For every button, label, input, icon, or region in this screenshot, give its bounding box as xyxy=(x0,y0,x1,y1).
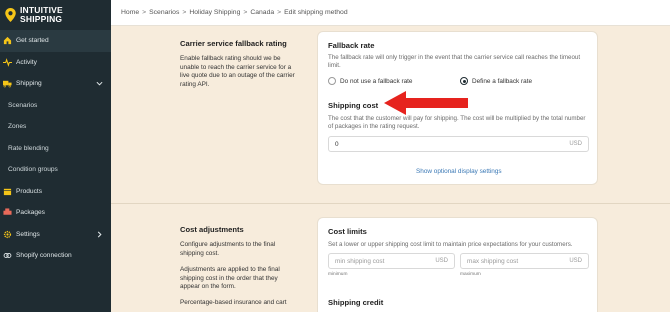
currency-unit: USD xyxy=(569,141,582,147)
chevron-right-icon xyxy=(97,231,102,237)
breadcrumb-separator: > xyxy=(182,9,187,16)
box-icon xyxy=(3,187,12,196)
show-optional-display-settings-link[interactable]: Show optional display settings xyxy=(416,168,502,175)
shipping-cost-input[interactable]: 0 USD xyxy=(328,136,589,152)
fallback-rate-text: The fallback rate will only trigger in t… xyxy=(328,54,581,70)
fallback-rate-title: Fallback rate xyxy=(328,41,375,50)
radio-no-fallback[interactable]: Do not use a fallback rate xyxy=(328,77,412,85)
sidebar-item-settings[interactable]: Settings xyxy=(0,224,111,246)
section-divider xyxy=(111,203,670,204)
breadcrumb: Home > Scenarios > Holiday Shipping > Ca… xyxy=(111,0,670,26)
sidebar-item-activity[interactable]: Activity xyxy=(0,52,111,74)
gear-icon xyxy=(3,230,12,239)
sidebar-item-scenarios[interactable]: Scenarios xyxy=(0,95,111,117)
sidebar-item-products[interactable]: Products xyxy=(0,181,111,203)
brand-logo[interactable]: INTUITIVE SHIPPING xyxy=(0,0,111,30)
currency-unit: USD xyxy=(569,258,582,264)
cost-limits-text: Set a lower or upper shipping cost limit… xyxy=(328,241,573,248)
sidebar-item-get-started[interactable]: Get started xyxy=(0,30,111,52)
sidebar-item-shipping[interactable]: Shipping xyxy=(0,73,111,95)
cost-adjustments-desc-2: Adjustments are applied to the final shi… xyxy=(180,266,280,291)
brand-name: INTUITIVE SHIPPING xyxy=(20,5,63,24)
min-shipping-cost-input[interactable]: min shipping cost USD xyxy=(328,253,455,269)
sidebar-item-shopify-connection[interactable]: Shopify connection xyxy=(0,245,111,267)
min-note: minimum xyxy=(328,272,348,277)
shipping-credit-title: Shipping credit xyxy=(328,298,384,307)
annotation-arrow-icon xyxy=(384,91,468,115)
breadcrumb-separator: > xyxy=(243,9,248,16)
sidebar-item-packages[interactable]: Packages xyxy=(0,202,111,224)
max-shipping-cost-input[interactable]: max shipping cost USD xyxy=(460,253,589,269)
cost-adjustments-title: Cost adjustments xyxy=(180,225,244,234)
sidebar-nav: Get started Activity Shipping Scenarios … xyxy=(0,30,111,267)
location-pin-icon xyxy=(5,8,16,22)
main-content: Carrier service fallback rating Enable f… xyxy=(111,27,670,312)
chevron-down-icon xyxy=(96,81,103,86)
sidebar-item-zones[interactable]: Zones xyxy=(0,116,111,138)
cost-limits-card: Cost limits Set a lower or upper shippin… xyxy=(317,217,598,312)
currency-unit: USD xyxy=(435,258,448,264)
radio-button[interactable] xyxy=(328,77,336,85)
shipping-cost-title: Shipping cost xyxy=(328,101,379,110)
radio-button-selected[interactable] xyxy=(460,77,468,85)
link-icon xyxy=(3,251,12,260)
sidebar-item-rate-blending[interactable]: Rate blending xyxy=(0,138,111,160)
breadcrumb-scenarios[interactable]: Scenarios xyxy=(149,9,179,16)
cost-limits-title: Cost limits xyxy=(328,227,367,236)
cost-adjustments-desc-1: Configure adjustments to the final shipp… xyxy=(180,241,276,257)
breadcrumb-canada[interactable]: Canada xyxy=(250,9,274,16)
packages-icon xyxy=(3,208,12,217)
fallback-section-description: Enable fallback rating should we be unab… xyxy=(180,55,295,88)
breadcrumb-separator: > xyxy=(277,9,282,16)
breadcrumb-holiday-shipping[interactable]: Holiday Shipping xyxy=(189,9,240,16)
cost-adjustments-desc-3: Percentage-based insurance and cart xyxy=(180,299,287,306)
home-icon xyxy=(3,36,12,45)
shipping-cost-text: The cost that the customer will pay for … xyxy=(328,115,586,131)
breadcrumb-separator: > xyxy=(142,9,147,16)
radio-define-fallback[interactable]: Define a fallback rate xyxy=(460,77,532,85)
max-note: maximum xyxy=(460,272,481,277)
sidebar: INTUITIVE SHIPPING Get started Activity … xyxy=(0,0,111,312)
truck-icon xyxy=(3,79,12,88)
breadcrumb-current: Edit shipping method xyxy=(284,9,348,16)
breadcrumb-home[interactable]: Home xyxy=(121,9,139,16)
sidebar-item-condition-groups[interactable]: Condition groups xyxy=(0,159,111,181)
fallback-section-title: Carrier service fallback rating xyxy=(180,39,287,48)
activity-icon xyxy=(3,57,12,67)
